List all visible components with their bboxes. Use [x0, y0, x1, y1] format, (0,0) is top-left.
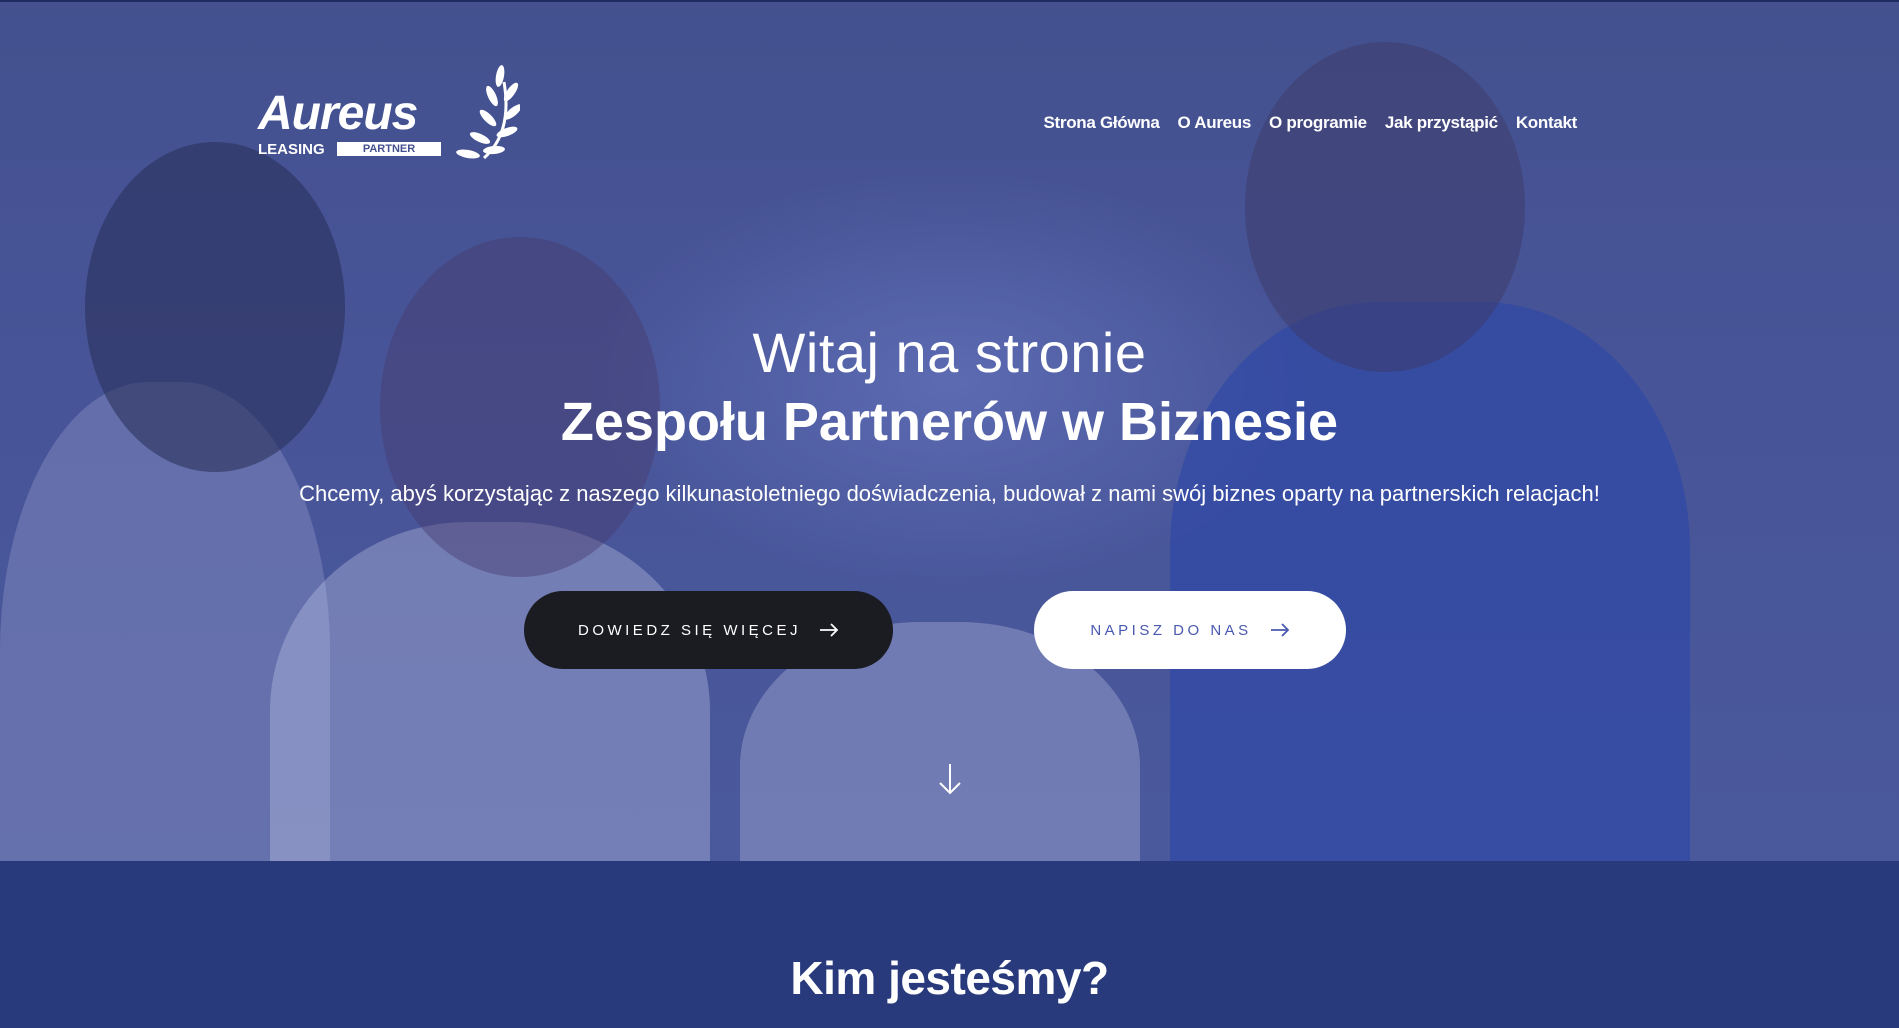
- learn-more-button[interactable]: DOWIEDZ SIĘ WIĘCEJ: [524, 591, 893, 669]
- main-navigation: Strona Główna O Aureus O programie Jak p…: [1043, 113, 1577, 133]
- nav-item-o-programie[interactable]: O programie: [1269, 113, 1367, 133]
- background-person-right-body: [1170, 302, 1690, 861]
- background-person-right-head: [1245, 42, 1525, 372]
- nav-item-kontakt[interactable]: Kontakt: [1516, 113, 1577, 133]
- learn-more-button-label: DOWIEDZ SIĘ WIĘCEJ: [577, 621, 801, 639]
- logo-partner-badge: PARTNER: [337, 142, 441, 156]
- contact-us-button-label: NAPISZ DO NAS: [1090, 621, 1252, 639]
- who-we-are-title: Kim jesteśmy?: [790, 952, 1109, 1004]
- hero-subtitle: Chcemy, abyś korzystając z naszego kilku…: [299, 481, 1600, 506]
- arrow-right-icon: [1270, 623, 1289, 637]
- nav-item-o-aureus[interactable]: O Aureus: [1178, 113, 1252, 133]
- nav-item-strona-glowna[interactable]: Strona Główna: [1043, 113, 1159, 133]
- site-logo[interactable]: Aureus LEASING PARTNER: [258, 62, 520, 162]
- contact-us-button[interactable]: NAPISZ DO NAS: [1034, 591, 1346, 669]
- hero-title-line1: Witaj na stronie: [752, 321, 1147, 384]
- logo-leasing-text: LEASING: [258, 141, 325, 158]
- nav-item-jak-przystapic[interactable]: Jak przystąpić: [1385, 113, 1498, 133]
- laurel-icon: [456, 65, 520, 160]
- arrow-right-icon: [820, 623, 839, 637]
- logo-wordmark: Aureus: [258, 87, 418, 140]
- hero-title-line2: Zespołu Partnerów w Biznesie: [560, 392, 1339, 452]
- arrow-down-icon[interactable]: [938, 763, 962, 795]
